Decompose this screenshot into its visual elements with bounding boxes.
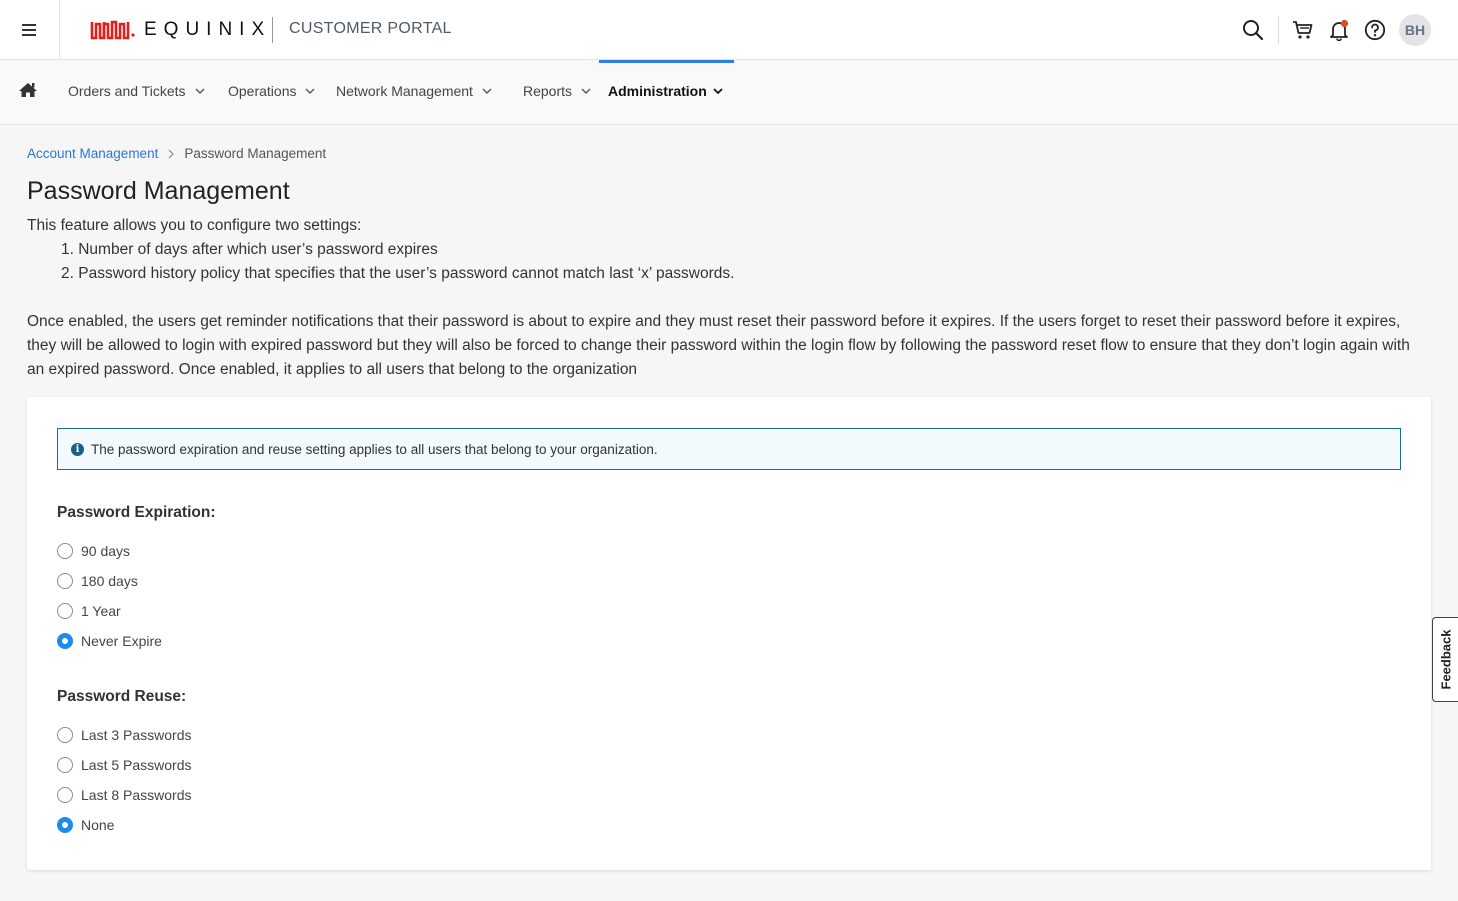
feedback-label: Feedback bbox=[1438, 629, 1454, 690]
page-title: Password Management bbox=[27, 177, 290, 205]
nav-label: Orders and Tickets bbox=[68, 83, 186, 99]
radio-button[interactable] bbox=[57, 757, 73, 773]
breadcrumb: Account Management Password Management bbox=[27, 146, 326, 161]
chevron-right-icon bbox=[168, 149, 175, 158]
radio-label: Last 3 Passwords bbox=[81, 727, 192, 743]
nav-active-indicator bbox=[599, 60, 734, 63]
radio-button[interactable] bbox=[57, 787, 73, 803]
nav-orders-and-tickets[interactable]: Orders and Tickets bbox=[68, 83, 205, 99]
feedback-tab[interactable]: Feedback bbox=[1432, 617, 1458, 702]
radio-label: Last 8 Passwords bbox=[81, 787, 192, 803]
radio-expiration-180-days[interactable]: 180 days bbox=[57, 571, 138, 591]
radio-reuse-last-5[interactable]: Last 5 Passwords bbox=[57, 755, 192, 775]
radio-label: Last 5 Passwords bbox=[81, 757, 192, 773]
radio-label: 1 Year bbox=[81, 603, 121, 619]
chevron-down-icon bbox=[305, 88, 315, 94]
info-alert: i The password expiration and reuse sett… bbox=[57, 428, 1401, 470]
radio-label: 180 days bbox=[81, 573, 138, 589]
logo-divider bbox=[272, 17, 273, 43]
intro-text: This feature allows you to configure two… bbox=[27, 217, 362, 234]
settings-card: i The password expiration and reuse sett… bbox=[27, 397, 1431, 870]
radio-label: None bbox=[81, 817, 115, 833]
portal-name: CUSTOMER PORTAL bbox=[289, 20, 452, 37]
nav-label: Administration bbox=[608, 83, 707, 99]
top-bar: EQUINIX CUSTOMER PORTAL BH bbox=[0, 0, 1458, 60]
help-icon[interactable] bbox=[1362, 17, 1388, 43]
radio-expiration-never-expire[interactable]: Never Expire bbox=[57, 631, 162, 651]
chevron-down-icon bbox=[482, 88, 492, 94]
list-item: 1. Number of days after which user’s pas… bbox=[61, 241, 438, 258]
radio-reuse-last-3[interactable]: Last 3 Passwords bbox=[57, 725, 192, 745]
nav-label: Reports bbox=[523, 83, 573, 99]
header-divider bbox=[1278, 16, 1279, 44]
brand-name: EQUINIX bbox=[144, 19, 272, 40]
radio-button-selected[interactable] bbox=[57, 817, 73, 833]
radio-button[interactable] bbox=[57, 603, 73, 619]
radio-button[interactable] bbox=[57, 573, 73, 589]
radio-reuse-none[interactable]: None bbox=[57, 815, 114, 835]
nav-reports[interactable]: Reports bbox=[523, 83, 591, 99]
radio-button-selected[interactable] bbox=[57, 633, 73, 649]
chevron-down-icon bbox=[581, 88, 591, 94]
search-icon[interactable] bbox=[1240, 17, 1266, 43]
bell-icon[interactable] bbox=[1326, 17, 1352, 43]
cart-icon[interactable] bbox=[1290, 17, 1316, 43]
avatar[interactable]: BH bbox=[1399, 14, 1431, 46]
radio-button[interactable] bbox=[57, 727, 73, 743]
chevron-down-icon bbox=[195, 88, 204, 94]
radio-label: 90 days bbox=[81, 543, 131, 559]
radio-expiration-1-year[interactable]: 1 Year bbox=[57, 601, 121, 621]
breadcrumb-account-management[interactable]: Account Management bbox=[27, 146, 158, 161]
description-text: Once enabled, the users get reminder not… bbox=[27, 313, 1410, 378]
alert-text: The password expiration and reuse settin… bbox=[91, 441, 658, 457]
radio-reuse-last-8[interactable]: Last 8 Passwords bbox=[57, 785, 192, 805]
home-icon[interactable] bbox=[18, 81, 40, 103]
breadcrumb-current: Password Management bbox=[184, 146, 327, 161]
intro-list: 1. Number of days after which user’s pas… bbox=[61, 238, 734, 286]
nav-network-management[interactable]: Network Management bbox=[336, 83, 492, 99]
info-icon: i bbox=[71, 442, 84, 456]
main-nav: Orders and Tickets Operations Network Ma… bbox=[0, 60, 1458, 125]
nav-label: Operations bbox=[228, 83, 297, 99]
nav-administration[interactable]: Administration bbox=[608, 83, 723, 99]
equinix-logo[interactable]: EQUINIX bbox=[90, 16, 271, 44]
nav-operations[interactable]: Operations bbox=[228, 83, 315, 99]
equinix-logo-mark bbox=[90, 20, 135, 40]
password-expiration-title: Password Expiration: bbox=[57, 504, 216, 521]
radio-label: Never Expire bbox=[81, 633, 162, 649]
radio-button[interactable] bbox=[57, 543, 73, 559]
chevron-down-icon bbox=[713, 88, 723, 94]
radio-expiration-90-days[interactable]: 90 days bbox=[57, 541, 130, 561]
menu-icon[interactable] bbox=[0, 0, 60, 59]
password-reuse-title: Password Reuse: bbox=[57, 688, 187, 705]
nav-label: Network Management bbox=[336, 83, 473, 99]
list-item: 2. Password history policy that specifie… bbox=[61, 265, 735, 282]
